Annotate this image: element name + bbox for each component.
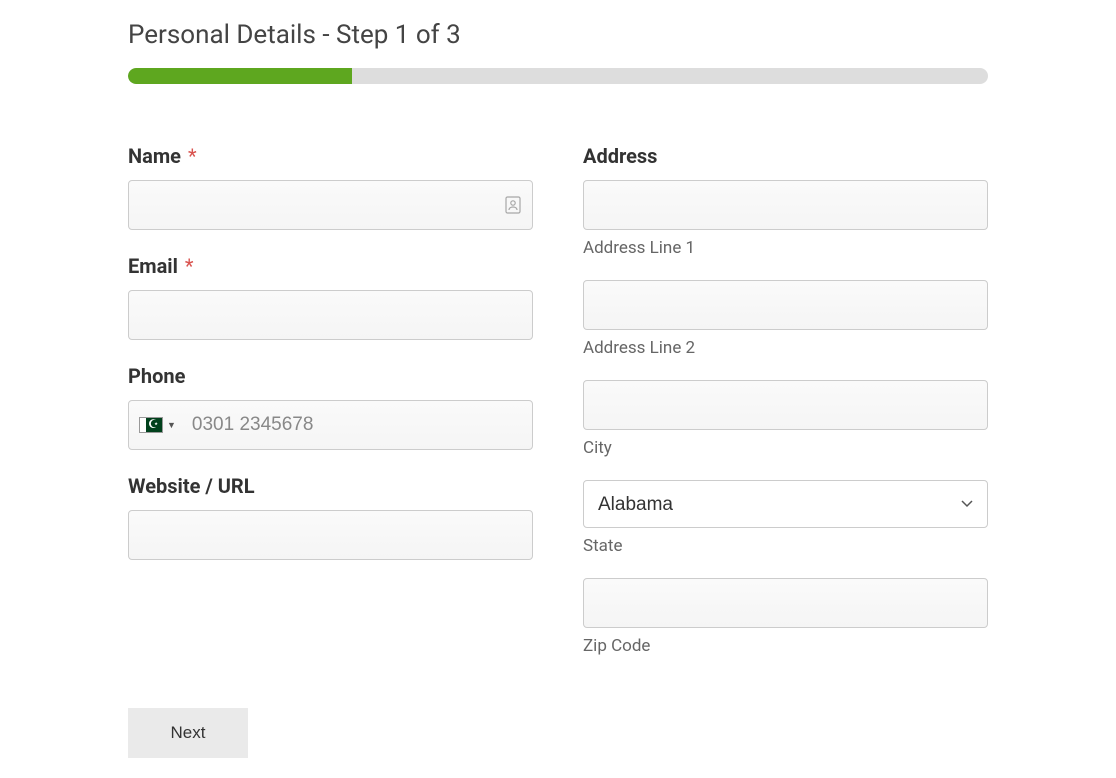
city-sublabel: City xyxy=(583,438,988,458)
address-line1-sublabel: Address Line 1 xyxy=(583,238,988,258)
name-required-marker: * xyxy=(188,144,197,168)
next-button[interactable]: Next xyxy=(128,708,248,758)
flag-caret-icon: ▼ xyxy=(167,420,176,431)
name-input[interactable] xyxy=(128,180,533,230)
phone-input-wrap: ▼ xyxy=(128,400,533,450)
pakistan-flag-icon xyxy=(139,417,163,433)
address-line2-input[interactable] xyxy=(583,280,988,330)
website-label: Website / URL xyxy=(128,474,533,498)
city-input[interactable] xyxy=(583,380,988,430)
email-required-marker: * xyxy=(185,254,194,278)
contact-card-icon xyxy=(505,196,521,214)
state-sublabel: State xyxy=(583,536,988,556)
website-input[interactable] xyxy=(128,510,533,560)
zip-sublabel: Zip Code xyxy=(583,636,988,656)
email-input[interactable] xyxy=(128,290,533,340)
email-label-text: Email xyxy=(128,254,178,278)
phone-input[interactable] xyxy=(184,401,522,449)
address-line2-sublabel: Address Line 2 xyxy=(583,338,988,358)
step-title: Personal Details - Step 1 of 3 xyxy=(128,20,988,50)
name-label-text: Name xyxy=(128,144,181,168)
zip-input[interactable] xyxy=(583,578,988,628)
progress-bar xyxy=(128,68,988,84)
state-select[interactable]: Alabama xyxy=(583,480,988,528)
email-label: Email * xyxy=(128,254,533,278)
progress-fill xyxy=(128,68,352,84)
name-label: Name * xyxy=(128,144,533,168)
phone-label: Phone xyxy=(128,364,533,388)
address-line1-input[interactable] xyxy=(583,180,988,230)
address-label: Address xyxy=(583,144,988,168)
country-flag-selector[interactable]: ▼ xyxy=(139,417,184,433)
